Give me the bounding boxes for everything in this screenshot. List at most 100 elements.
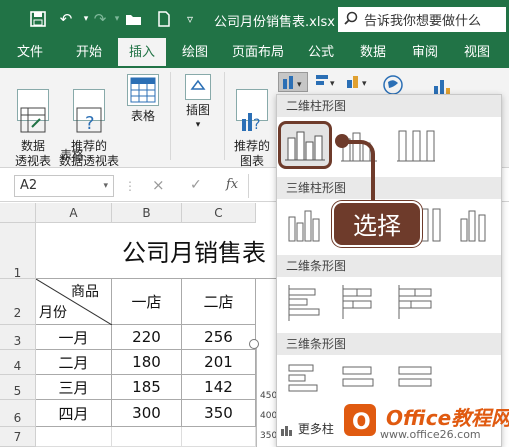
hierarchy-chart-button[interactable]: ▾ bbox=[344, 72, 374, 92]
3d-clustered-column-option[interactable] bbox=[283, 203, 327, 245]
select-all-corner[interactable] bbox=[0, 203, 36, 223]
svg-text:O: O bbox=[352, 410, 371, 435]
name-box[interactable]: A2 ▾ bbox=[14, 175, 114, 197]
column-header-a[interactable]: A bbox=[36, 203, 112, 223]
name-box-dropdown-icon[interactable]: ▾ bbox=[103, 176, 108, 196]
value-cell[interactable]: 201 bbox=[182, 350, 256, 375]
row-header-7[interactable]: 7 bbox=[0, 427, 36, 447]
chart-area[interactable]: 450 400 350 bbox=[256, 343, 278, 447]
name-box-value: A2 bbox=[20, 178, 38, 193]
insert-function-icon[interactable]: fx bbox=[226, 177, 238, 192]
tab-file[interactable]: 文件 bbox=[8, 38, 52, 68]
month-cell[interactable]: 四月 bbox=[36, 400, 112, 427]
svg-text:▾: ▾ bbox=[362, 79, 367, 89]
row-header-3[interactable]: 3 bbox=[0, 325, 36, 350]
empty-cell[interactable] bbox=[112, 427, 182, 447]
value-cell[interactable]: 180 bbox=[112, 350, 182, 375]
column-header-c[interactable]: C bbox=[182, 203, 256, 223]
column-chart-button[interactable]: ▾ bbox=[278, 72, 308, 92]
month-cell[interactable]: 一月 bbox=[36, 325, 112, 350]
bar-chart-button[interactable]: ▾ bbox=[312, 72, 342, 92]
empty-cell[interactable] bbox=[36, 427, 112, 447]
3d-clustered-bar-option[interactable] bbox=[283, 361, 327, 403]
header-goods: 商品 bbox=[71, 284, 99, 300]
header-store-2[interactable]: 二店 bbox=[182, 279, 256, 325]
ribbon-tabs: 文件 开始 插入 绘图 页面布局 公式 数据 审阅 视图 bbox=[0, 38, 509, 68]
ribbon-separator bbox=[224, 72, 225, 160]
row-header-1[interactable]: 1 bbox=[0, 223, 36, 280]
header-diagonal-cell[interactable]: 商品 月份 bbox=[36, 279, 112, 325]
recommended-charts-button[interactable]: ? 推荐的 图表 bbox=[230, 74, 274, 169]
clustered-column-option[interactable] bbox=[278, 121, 332, 169]
more-column-charts-link[interactable]: 更多柱 bbox=[280, 420, 334, 437]
customize-qat-icon[interactable]: ▿ bbox=[180, 9, 200, 29]
watermark-brand: Office教程网 bbox=[386, 406, 509, 430]
tab-formulas[interactable]: 公式 bbox=[298, 38, 344, 68]
svg-text:▾: ▾ bbox=[330, 79, 335, 89]
more-options-icon: ⋮ bbox=[124, 179, 136, 193]
3d-percent-bar-option[interactable] bbox=[393, 361, 437, 403]
clustered-bar-option[interactable] bbox=[283, 283, 327, 325]
office-logo-icon: O bbox=[340, 400, 380, 440]
month-cell[interactable]: 三月 bbox=[36, 375, 112, 400]
tab-review[interactable]: 审阅 bbox=[402, 38, 448, 68]
svg-text:?: ? bbox=[85, 113, 95, 134]
save-icon[interactable] bbox=[28, 9, 48, 29]
illustrations-icon bbox=[185, 74, 211, 100]
open-folder-icon[interactable] bbox=[124, 9, 144, 29]
tab-data[interactable]: 数据 bbox=[350, 38, 396, 68]
maps-icon[interactable] bbox=[382, 74, 404, 96]
tab-draw[interactable]: 绘图 bbox=[172, 38, 218, 68]
callout-pointer bbox=[339, 140, 375, 203]
tell-me-search[interactable]: 告诉我你想要做什么 bbox=[338, 7, 506, 32]
value-cell[interactable]: 350 bbox=[182, 400, 256, 427]
sheet-title-cell[interactable]: 公司月销售表 bbox=[36, 223, 276, 279]
tab-page-layout[interactable]: 页面布局 bbox=[226, 38, 290, 68]
more-charts-label: 更多柱 bbox=[297, 422, 334, 436]
pivot-table-button[interactable]: 数据 透视表 bbox=[14, 74, 52, 169]
section-2d-bar: 二维条形图 bbox=[277, 255, 501, 277]
tab-view[interactable]: 视图 bbox=[454, 38, 500, 68]
callout-pointer-dot bbox=[335, 134, 349, 148]
table-label: 表格 bbox=[130, 109, 155, 123]
percent-stacked-column-option[interactable] bbox=[393, 125, 437, 167]
formula-input[interactable] bbox=[248, 174, 278, 198]
value-cell[interactable]: 220 bbox=[112, 325, 182, 350]
enter-icon[interactable]: ✓ bbox=[190, 177, 202, 193]
section-3d-bar: 三维条形图 bbox=[277, 333, 501, 355]
row-header-5[interactable]: 5 bbox=[0, 375, 36, 400]
chart-resize-handle[interactable] bbox=[249, 339, 259, 349]
value-cell[interactable]: 256 bbox=[182, 325, 256, 350]
3d-stacked-bar-option[interactable] bbox=[337, 361, 381, 403]
more-charts-icon bbox=[280, 424, 294, 436]
section-3d-column: 三维柱形图 bbox=[277, 177, 501, 199]
empty-cell[interactable] bbox=[182, 427, 256, 447]
section-2d-column: 二维柱形图 bbox=[277, 95, 501, 117]
value-cell[interactable]: 142 bbox=[182, 375, 256, 400]
tab-home[interactable]: 开始 bbox=[66, 38, 112, 68]
row-header-2[interactable]: 2 bbox=[0, 279, 36, 325]
undo-icon[interactable]: ↶ bbox=[56, 9, 76, 29]
svg-text:▾: ▾ bbox=[297, 80, 302, 90]
new-file-icon[interactable] bbox=[154, 9, 174, 29]
row-header-4[interactable]: 4 bbox=[0, 350, 36, 375]
row-header-6[interactable]: 6 bbox=[0, 400, 36, 427]
cancel-icon[interactable]: × bbox=[152, 176, 165, 194]
3d-column-option[interactable] bbox=[455, 203, 499, 245]
pivot-table-icon bbox=[17, 89, 49, 133]
header-store-1[interactable]: 一店 bbox=[112, 279, 182, 325]
svg-text:?: ? bbox=[253, 117, 260, 133]
column-header-b[interactable]: B bbox=[112, 203, 182, 223]
group-label-tables: 表格 bbox=[60, 148, 85, 162]
table-button[interactable]: 表格 bbox=[124, 74, 162, 124]
tab-insert[interactable]: 插入 bbox=[118, 38, 166, 68]
chart-axis-label: 350 bbox=[260, 431, 278, 441]
month-cell[interactable]: 二月 bbox=[36, 350, 112, 375]
illustrations-button[interactable]: 插图 ▾ bbox=[178, 74, 218, 133]
recommended-charts-label: 推荐的 图表 bbox=[233, 139, 270, 168]
value-cell[interactable]: 185 bbox=[112, 375, 182, 400]
percent-stacked-bar-option[interactable] bbox=[393, 283, 437, 325]
value-cell[interactable]: 300 bbox=[112, 400, 182, 427]
stacked-bar-option[interactable] bbox=[337, 283, 381, 325]
recommended-charts-icon: ? bbox=[236, 89, 268, 133]
